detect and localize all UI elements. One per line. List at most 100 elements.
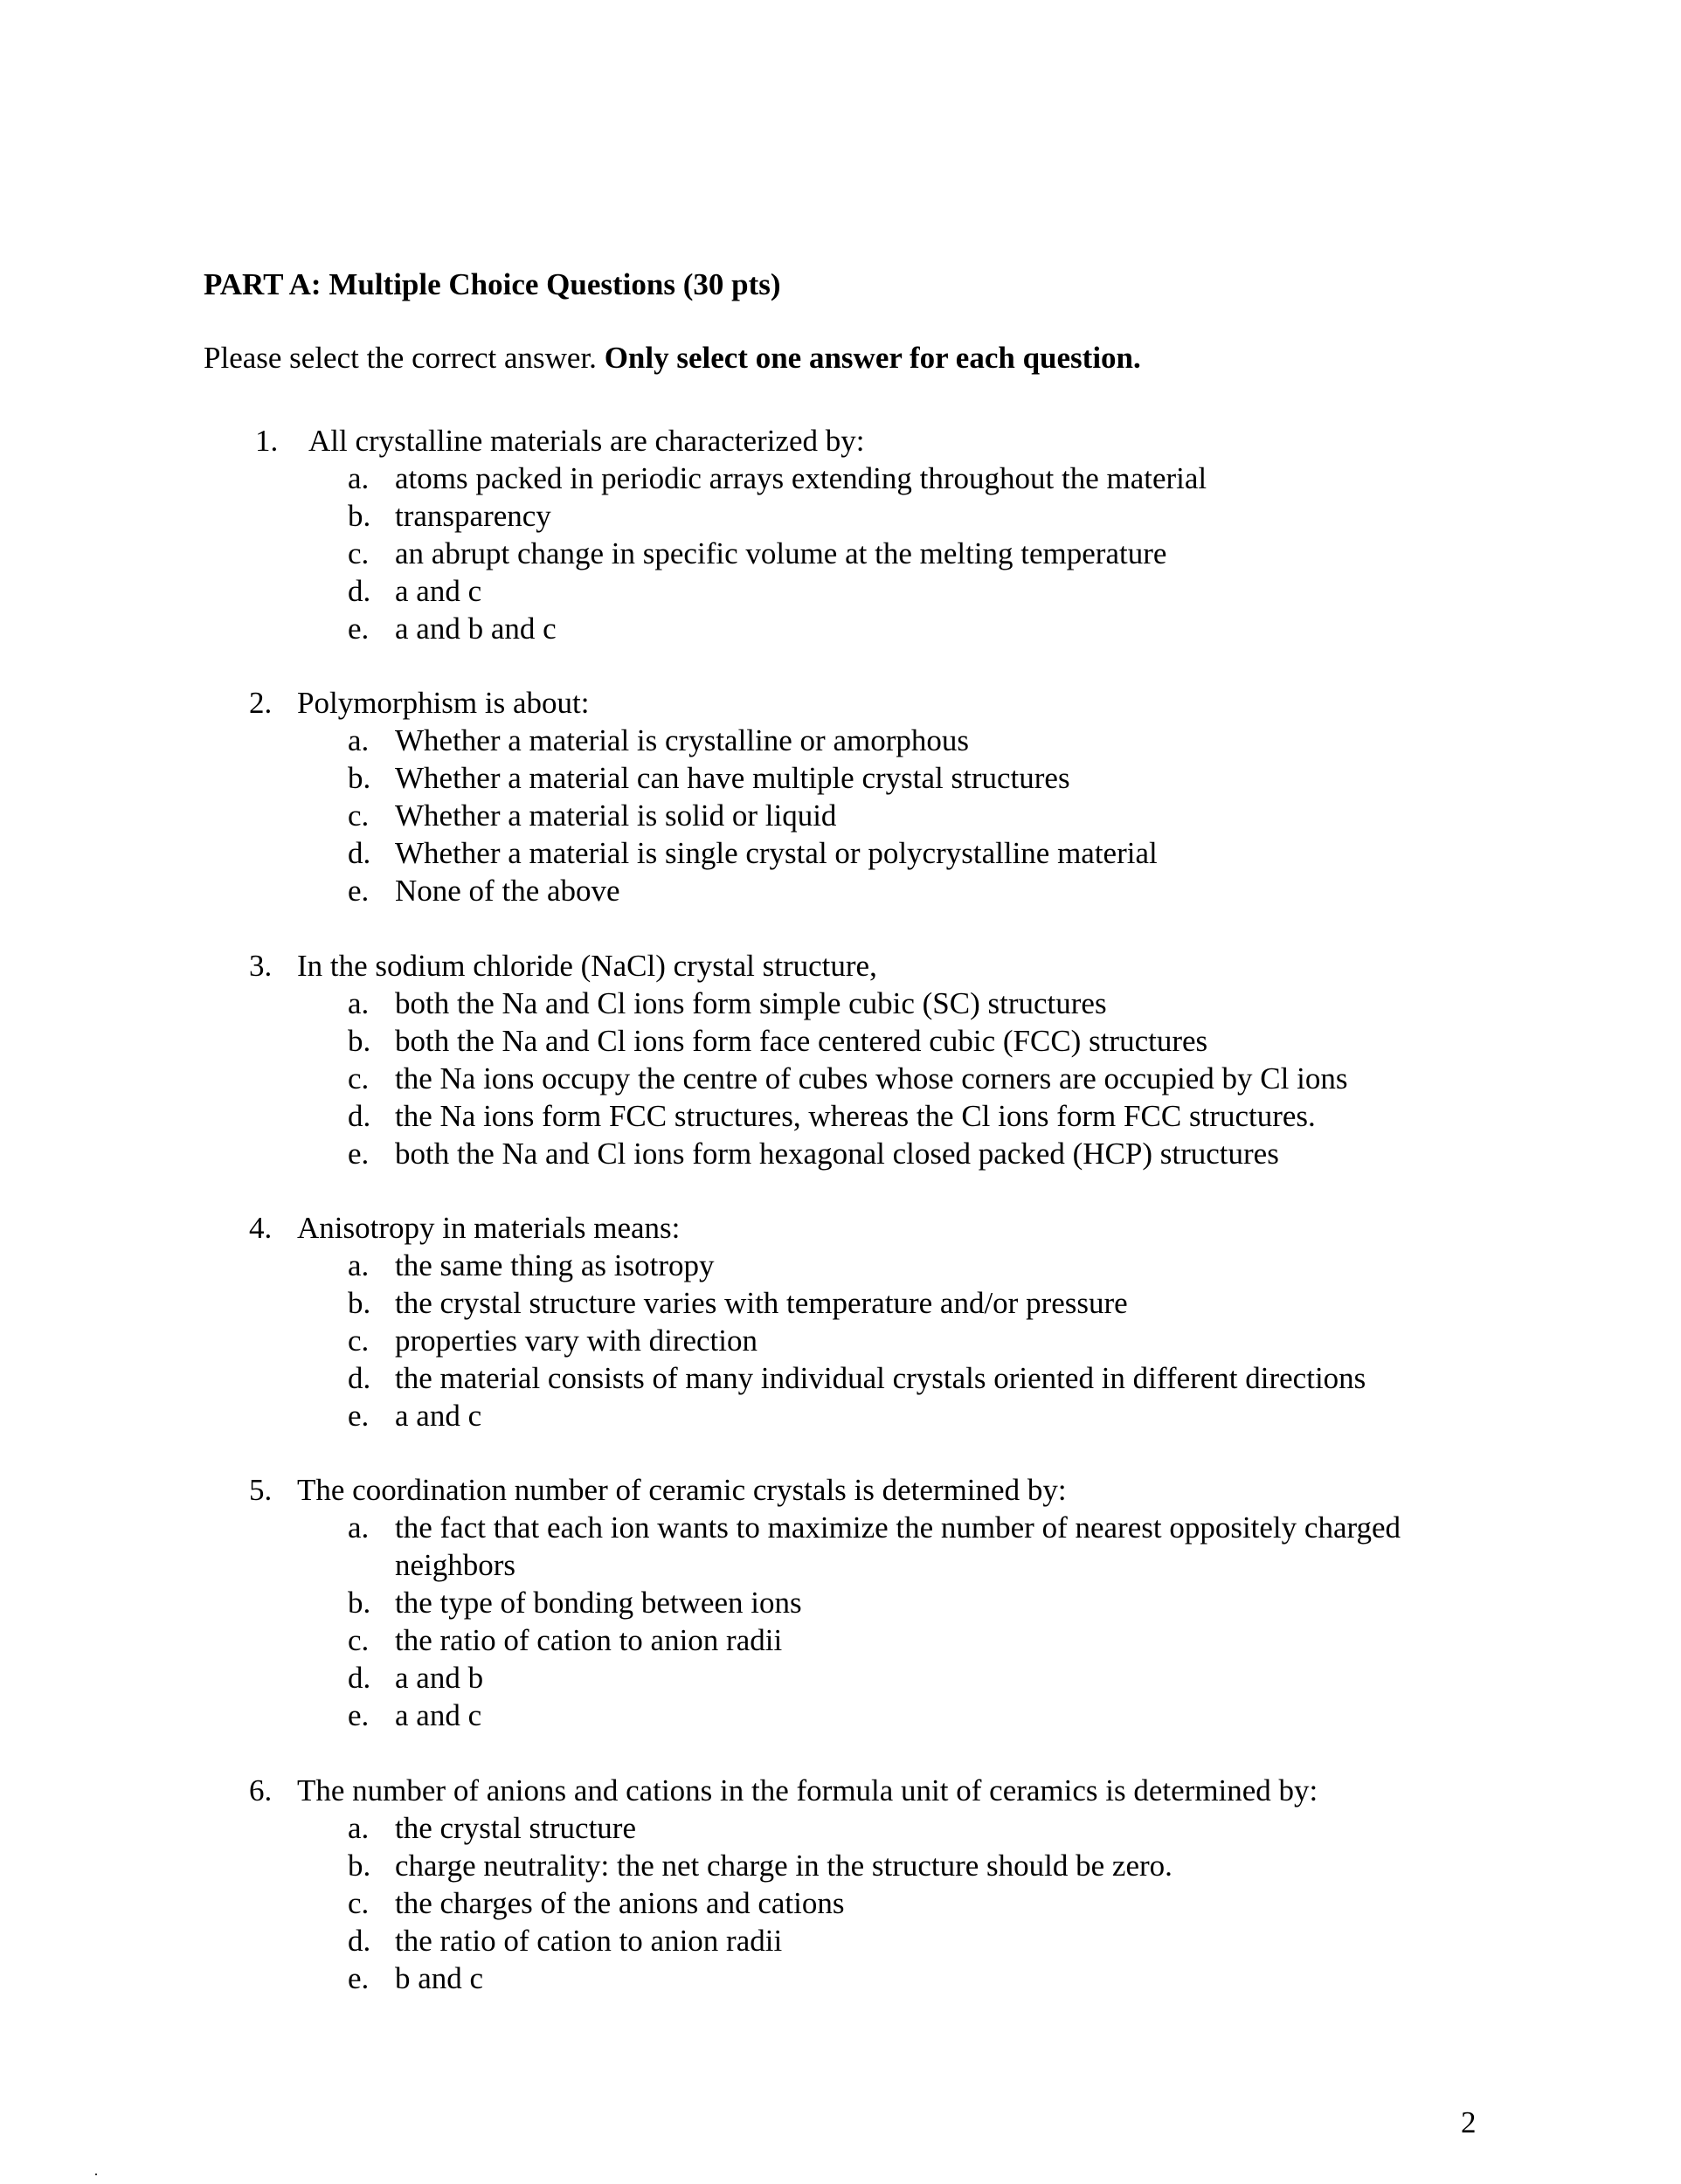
scan-speck <box>95 2174 97 2175</box>
option-text: Whether a material is crystalline or amo… <box>395 723 969 757</box>
document-page: PART A: Multiple Choice Questions (30 pt… <box>0 0 1681 2184</box>
option-text: the charges of the anions and cations <box>395 1886 845 1920</box>
option-letter: c. <box>348 1324 370 1358</box>
option-letter: e. <box>348 874 370 908</box>
option-e[interactable]: e. a and b and c <box>0 610 1681 647</box>
option-c[interactable]: c. the charges of the anions and cations <box>0 1884 1681 1922</box>
option-text: both the Na and Cl ions form hexagonal c… <box>395 1137 1279 1171</box>
option-letter: d. <box>348 1099 371 1133</box>
question-text: In the sodium chloride (NaCl) crystal st… <box>297 949 877 983</box>
instructions-plain: Please select the correct answer. <box>204 341 605 375</box>
question-number: 1. <box>255 424 279 458</box>
question-4: 4. Anisotropy in materials means: a. the … <box>0 1209 1681 1434</box>
part-title: PART A: Multiple Choice Questions (30 pt… <box>204 267 781 301</box>
option-letter: d. <box>348 1924 371 1958</box>
option-letter: e. <box>348 1961 370 1995</box>
option-text: the ratio of cation to anion radii <box>395 1924 783 1958</box>
option-letter: b. <box>348 499 371 533</box>
option-text: both the Na and Cl ions form face center… <box>395 1024 1208 1058</box>
option-e[interactable]: e. both the Na and Cl ions form hexagonal… <box>0 1135 1681 1172</box>
option-e[interactable]: e. a and c <box>0 1697 1681 1734</box>
option-letter: c. <box>348 1061 370 1095</box>
option-d[interactable]: d. Whether a material is single crystal o… <box>0 834 1681 872</box>
option-letter: d. <box>348 574 371 608</box>
option-c[interactable]: c. an abrupt change in specific volume at… <box>0 535 1681 572</box>
option-e[interactable]: e. a and c <box>0 1397 1681 1434</box>
option-letter: d. <box>348 1361 371 1395</box>
instructions: Please select the correct answer. Only s… <box>204 341 1141 376</box>
option-text: the type of bonding between ions <box>395 1586 802 1620</box>
question-number: 6. <box>249 1773 273 1807</box>
option-text: a and b <box>395 1661 484 1695</box>
option-b[interactable]: b. the crystal structure varies with temp… <box>0 1284 1681 1322</box>
question-text: Polymorphism is about: <box>297 686 590 720</box>
option-a[interactable]: a. the same thing as isotropy <box>0 1247 1681 1284</box>
option-a[interactable]: a. both the Na and Cl ions form simple cu… <box>0 985 1681 1022</box>
question-text: The number of anions and cations in the … <box>297 1773 1318 1807</box>
question-number: 3. <box>249 949 273 983</box>
option-d[interactable]: d. the material consists of many individu… <box>0 1359 1681 1397</box>
option-b[interactable]: b. the type of bonding between ions <box>0 1584 1681 1621</box>
option-d[interactable]: d. a and b <box>0 1659 1681 1697</box>
option-letter: d. <box>348 836 371 870</box>
option-letter: e. <box>348 1137 370 1171</box>
option-c[interactable]: c. the Na ions occupy the centre of cubes… <box>0 1060 1681 1097</box>
option-letter: a. <box>348 461 370 495</box>
option-text: charge neutrality: the net charge in the… <box>395 1849 1173 1883</box>
option-e[interactable]: e. None of the above <box>0 872 1681 909</box>
option-letter: a. <box>348 1510 370 1545</box>
option-c[interactable]: c. the ratio of cation to anion radii <box>0 1621 1681 1659</box>
option-c[interactable]: c. Whether a material is solid or liquid <box>0 797 1681 834</box>
option-d[interactable]: d. the Na ions form FCC structures, where… <box>0 1097 1681 1135</box>
option-text: Whether a material is single crystal or … <box>395 836 1158 870</box>
option-e[interactable]: e. b and c <box>0 1959 1681 1997</box>
option-b[interactable]: b. Whether a material can have multiple c… <box>0 759 1681 797</box>
option-text: a and c <box>395 1399 482 1433</box>
option-text: the Na ions occupy the centre of cubes w… <box>395 1061 1348 1095</box>
option-letter: b. <box>348 1024 371 1058</box>
question-2: 2. Polymorphism is about: a. Whether a ma… <box>0 684 1681 909</box>
question-number: 5. <box>249 1473 273 1507</box>
option-text: transparency <box>395 499 551 533</box>
option-b[interactable]: b. both the Na and Cl ions form face cent… <box>0 1022 1681 1060</box>
option-letter: a. <box>348 723 370 757</box>
option-text: the material consists of many individual… <box>395 1361 1366 1395</box>
page-number: 2 <box>1461 2105 1477 2139</box>
option-text: the crystal structure <box>395 1811 637 1845</box>
option-a[interactable]: a. atoms packed in periodic arrays extend… <box>0 460 1681 497</box>
option-text: a and c <box>395 574 482 608</box>
option-b[interactable]: b. transparency <box>0 497 1681 535</box>
option-text: both the Na and Cl ions form simple cubi… <box>395 986 1107 1020</box>
option-letter: d. <box>348 1661 371 1695</box>
question-number: 2. <box>249 686 273 720</box>
option-text: None of the above <box>395 874 620 908</box>
option-text: b and c <box>395 1961 484 1995</box>
option-letter: a. <box>348 1248 370 1282</box>
option-letter: a. <box>348 1811 370 1845</box>
option-text: atoms packed in periodic arrays extendin… <box>395 461 1207 495</box>
option-letter: b. <box>348 761 371 795</box>
option-c[interactable]: c. properties vary with direction <box>0 1322 1681 1359</box>
option-letter: c. <box>348 1886 370 1920</box>
option-text: a and b and c <box>395 612 557 646</box>
option-d[interactable]: d. the ratio of cation to anion radii <box>0 1922 1681 1959</box>
option-a[interactable]: a. the fact that each ion wants to maximi… <box>0 1509 1681 1584</box>
question-text: All crystalline materials are characteri… <box>308 424 865 458</box>
question-stem: 4. Anisotropy in materials means: <box>0 1209 1681 1247</box>
option-letter: c. <box>348 536 370 570</box>
option-letter: b. <box>348 1586 371 1620</box>
question-text: Anisotropy in materials means: <box>297 1211 681 1245</box>
option-text: Whether a material can have multiple cry… <box>395 761 1070 795</box>
option-b[interactable]: b. charge neutrality: the net charge in t… <box>0 1847 1681 1884</box>
option-a[interactable]: a. the crystal structure <box>0 1809 1681 1847</box>
option-letter: c. <box>348 798 370 833</box>
question-stem: 6. The number of anions and cations in t… <box>0 1772 1681 1809</box>
option-text: properties vary with direction <box>395 1324 758 1358</box>
option-a[interactable]: a. Whether a material is crystalline or a… <box>0 722 1681 759</box>
question-stem: 2. Polymorphism is about: <box>0 684 1681 722</box>
question-stem: 3. In the sodium chloride (NaCl) crystal… <box>0 947 1681 985</box>
option-text: the crystal structure varies with temper… <box>395 1286 1128 1320</box>
option-text: the fact that each ion wants to maximize… <box>395 1510 1401 1582</box>
instructions-bold: Only select one answer for each question… <box>604 341 1141 375</box>
option-d[interactable]: d. a and c <box>0 572 1681 610</box>
